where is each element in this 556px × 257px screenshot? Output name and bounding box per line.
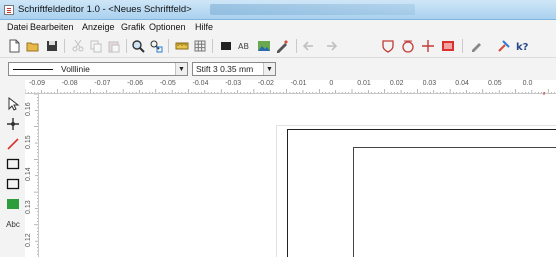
chevron-down-icon[interactable]: ▼	[175, 63, 187, 75]
copy-icon[interactable]	[88, 38, 104, 54]
ruler-label: 0.15	[25, 135, 32, 149]
vertical-ruler: 0.16 0.15 0.14 0.13 0.12	[25, 94, 39, 257]
tools-icon[interactable]	[496, 38, 512, 54]
help-icon[interactable]: k?	[514, 38, 530, 54]
ruler-label: 0.05	[487, 80, 502, 87]
menu-bar: Datei Bearbeiten Anzeige Grafik Optionen…	[0, 20, 556, 34]
window-title: Schriftfeldeditor 1.0 - <Neues Schriftfe…	[18, 4, 192, 15]
ruler-label: -0.02	[257, 80, 274, 87]
title-bar: Schriftfeldeditor 1.0 - <Neues Schriftfe…	[0, 0, 556, 20]
ruler-label: 0.03	[422, 80, 437, 87]
text-tool-label: Abc	[6, 219, 20, 229]
save-icon[interactable]	[44, 38, 60, 54]
cut-icon[interactable]	[70, 38, 86, 54]
ruler-label: 0.14	[25, 167, 32, 182]
svg-text:k?: k?	[516, 42, 529, 53]
zoom-area-icon[interactable]	[148, 38, 164, 54]
chevron-down-icon[interactable]: ▼	[263, 63, 275, 75]
fill-black-icon[interactable]	[218, 38, 234, 54]
ruler-label: -0.07	[94, 80, 111, 87]
pointer-icon[interactable]	[5, 96, 21, 112]
ruler-icon[interactable]	[174, 38, 190, 54]
title-block-inner-frame[interactable]	[353, 147, 556, 257]
ruler-label: -0.01	[290, 80, 307, 87]
ruler-label: -0.04	[192, 80, 209, 87]
text-tool-icon[interactable]: Abc	[5, 216, 21, 232]
line-width-value: Stift 3 0.35 mm	[196, 64, 254, 74]
ruler-label: 0.12	[25, 233, 32, 247]
redo-icon[interactable]	[322, 38, 338, 54]
line-style-preview	[13, 69, 53, 70]
menu-bearbeiten[interactable]: Bearbeiten	[30, 22, 74, 32]
ruler-label: 0	[329, 80, 334, 87]
grid-icon[interactable]	[192, 38, 208, 54]
title-bar-blur	[210, 4, 415, 15]
ruler-label: 0.0	[522, 80, 533, 87]
ruler-label: 0.13	[25, 200, 32, 215]
ruler-label: -0.05	[159, 80, 176, 87]
ruler-label: -0.03	[225, 80, 242, 87]
filled-rectangle-tool-icon[interactable]	[5, 196, 21, 212]
toolbar-separator	[212, 39, 213, 53]
open-folder-icon[interactable]	[25, 38, 41, 54]
menu-anzeige[interactable]: Anzeige	[82, 22, 115, 32]
ruler-corner	[0, 80, 25, 94]
ruler-label: 0.02	[389, 80, 404, 87]
shield-shape-icon[interactable]	[380, 38, 396, 54]
drawing-canvas[interactable]	[40, 95, 556, 257]
menu-datei[interactable]: Datei	[7, 22, 28, 32]
rectangle-tool-icon[interactable]	[5, 156, 21, 172]
line-style-value: Volllinie	[61, 64, 90, 74]
ruler-label: 0.16	[25, 102, 32, 116]
rectangle-outline-tool-icon[interactable]	[5, 176, 21, 192]
move-icon[interactable]	[5, 116, 21, 132]
zoom-icon[interactable]	[130, 38, 146, 54]
line-tool-icon[interactable]	[5, 136, 21, 152]
crosshair-icon[interactable]	[420, 38, 436, 54]
ruler-label: 0.04	[455, 80, 469, 87]
horizontal-ruler: -0.09 -0.08 -0.07 -0.06 -0.05 -0.04 -0.03 -0.02…	[25, 80, 556, 94]
undo-icon[interactable]	[302, 38, 318, 54]
circle-tool-icon[interactable]	[400, 38, 416, 54]
menu-grafik[interactable]: Grafik	[121, 22, 145, 32]
ruler-label: 0.01	[357, 80, 371, 87]
app-icon	[4, 5, 14, 15]
ruler-label: -0.06	[127, 80, 144, 87]
new-file-icon[interactable]	[6, 38, 22, 54]
image-icon[interactable]	[256, 38, 272, 54]
ruler-label: -0.09	[29, 80, 45, 87]
svg-text:AB: AB	[238, 42, 249, 51]
line-width-select[interactable]: Stift 3 0.35 mm ▼	[192, 62, 276, 76]
ruler-label: -0.08	[61, 80, 78, 87]
toolbar-separator	[296, 39, 297, 53]
toolbar-separator	[168, 39, 169, 53]
paste-icon[interactable]	[106, 38, 122, 54]
text-style-icon[interactable]: AB	[236, 38, 252, 54]
pen-icon[interactable]	[274, 38, 290, 54]
toolbox: Abc	[0, 94, 25, 257]
toolbar-separator	[64, 39, 65, 53]
line-style-select[interactable]: Volllinie ▼	[8, 62, 188, 76]
menu-hilfe[interactable]: Hilfe	[195, 22, 213, 32]
frame-icon[interactable]	[440, 38, 456, 54]
menu-optionen[interactable]: Optionen	[149, 22, 186, 32]
toolbar-separator	[126, 39, 127, 53]
toolbar-separator	[462, 39, 463, 53]
stamp-icon[interactable]	[468, 38, 484, 54]
main-toolbar: AB k?	[0, 34, 556, 58]
properties-bar: Volllinie ▼ Stift 3 0.35 mm ▼	[0, 58, 556, 80]
